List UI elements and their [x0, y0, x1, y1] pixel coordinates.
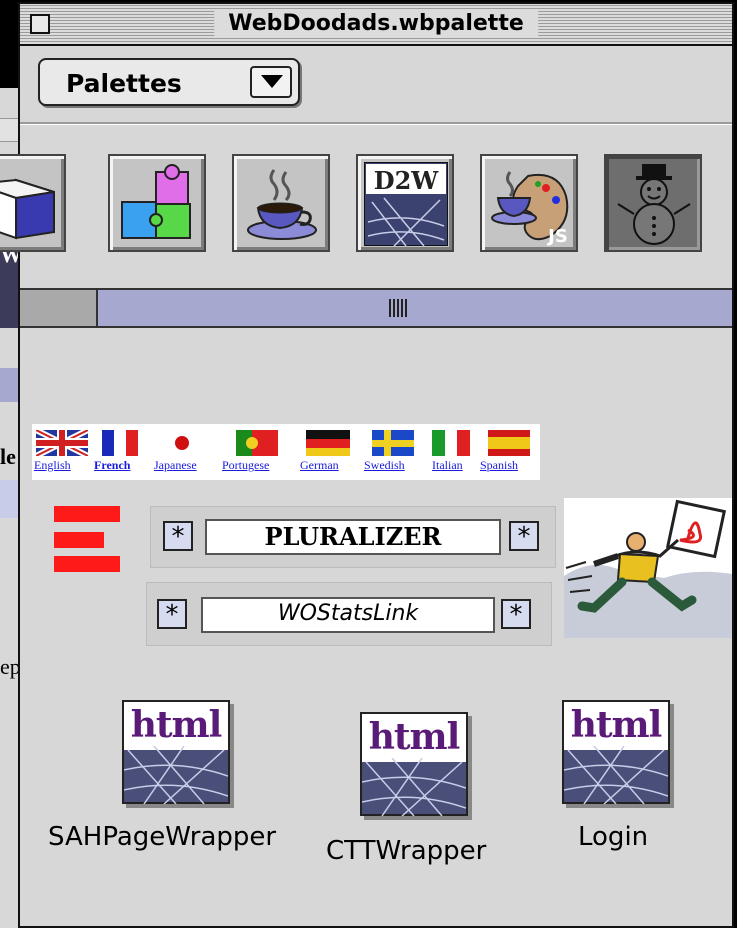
html-icon-text: html	[368, 716, 461, 758]
close-box[interactable]	[30, 14, 50, 34]
wostats-left-button[interactable]: *	[157, 599, 187, 629]
js-label: JS	[546, 226, 568, 246]
wostats-stepper[interactable]: * WOStatsLink *	[146, 582, 552, 646]
language-link-portugese[interactable]: Portugese	[222, 458, 269, 473]
divider	[20, 122, 732, 125]
component-label[interactable]: CTTWrapper	[326, 836, 486, 866]
component-label[interactable]: SAHPageWrapper	[48, 822, 276, 852]
france-flag-icon[interactable]	[102, 430, 138, 456]
scrollbar-thumb[interactable]	[20, 290, 98, 326]
sweden-flag-icon[interactable]	[372, 430, 414, 456]
uk-flag-icon[interactable]	[36, 430, 88, 456]
portugal-flag-icon[interactable]	[236, 430, 278, 456]
d2w-label: D2W	[374, 166, 440, 195]
palettes-popup-menu[interactable]: Palettes	[38, 58, 300, 106]
title-bar[interactable]: WebDoodads.wbpalette	[20, 4, 732, 46]
d2w-icon[interactable]: D2W	[356, 154, 454, 252]
grip-icon[interactable]	[389, 299, 407, 317]
language-link-japanese[interactable]: Japanese	[154, 458, 197, 473]
html-icon-text: html	[130, 704, 223, 746]
language-link-french[interactable]: French	[94, 458, 130, 473]
horizontal-scrollbar[interactable]	[20, 288, 732, 328]
wostats-right-button[interactable]: *	[501, 599, 531, 629]
language-flags-bar: English French Japanese Portugese German…	[32, 424, 540, 480]
background-text: le	[0, 444, 16, 469]
red-bars-logo[interactable]	[54, 506, 124, 574]
language-link-german[interactable]: German	[300, 458, 339, 473]
language-link-italian[interactable]: Italian	[432, 458, 463, 473]
spain-flag-icon[interactable]	[488, 430, 530, 456]
language-link-swedish[interactable]: Swedish	[364, 458, 405, 473]
palettes-popup-label: Palettes	[66, 69, 182, 98]
germany-flag-icon[interactable]	[306, 430, 350, 456]
italy-flag-icon[interactable]	[432, 430, 470, 456]
window-title: WebDoodads.wbpalette	[214, 11, 538, 36]
coffee-cup-icon[interactable]	[232, 154, 330, 252]
cube-icon[interactable]	[0, 154, 66, 252]
component-label[interactable]: Login	[578, 822, 648, 852]
pluralizer-right-button[interactable]: *	[509, 521, 539, 551]
palette-icon-row: D2W JS	[0, 154, 732, 264]
html-component-icon[interactable]: html	[122, 700, 230, 804]
html-component-icon[interactable]: html	[360, 712, 468, 816]
japan-flag-icon[interactable]	[162, 430, 202, 456]
html-component-icon[interactable]: html	[562, 700, 670, 804]
palette-window: WebDoodads.wbpalette Palettes D2W JS Eng…	[0, 2, 734, 928]
pdf-runner-icon[interactable]	[564, 498, 732, 638]
javascript-palette-icon[interactable]: JS	[480, 154, 578, 252]
snowman-icon[interactable]	[604, 154, 702, 252]
language-link-spanish[interactable]: Spanish	[480, 458, 518, 473]
language-link-english[interactable]: English	[34, 458, 71, 473]
pluralizer-stepper[interactable]: * PLURALIZER *	[150, 506, 556, 568]
pluralizer-left-button[interactable]: *	[163, 521, 193, 551]
wostats-field[interactable]: WOStatsLink	[201, 597, 495, 633]
puzzle-icon[interactable]	[108, 154, 206, 252]
html-icon-text: html	[570, 704, 663, 746]
chevron-down-icon[interactable]	[250, 66, 292, 98]
pluralizer-field[interactable]: PLURALIZER	[205, 519, 501, 555]
